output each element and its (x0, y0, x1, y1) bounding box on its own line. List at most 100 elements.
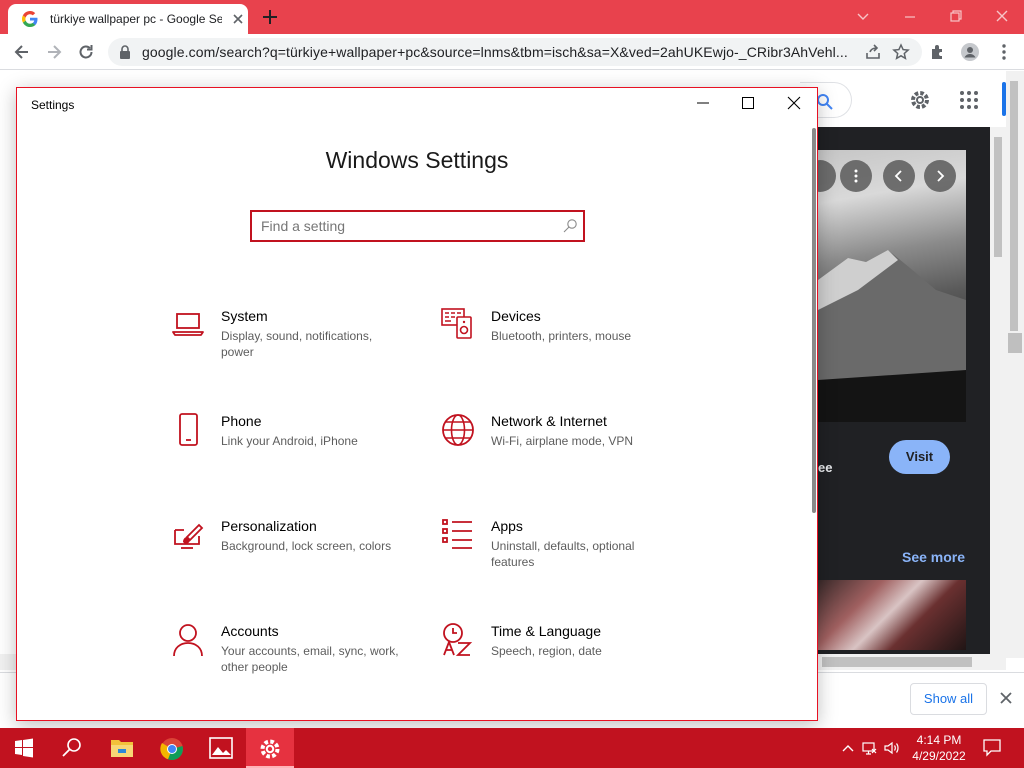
phone-icon (179, 413, 198, 446)
preview-title-fragment: ee (818, 460, 833, 475)
google-icon (22, 11, 38, 27)
close-icon[interactable] (787, 96, 801, 110)
horizontal-scrollbar[interactable] (818, 654, 1006, 670)
tile-description: Bluetooth, printers, mouse (491, 329, 632, 343)
preview-prev-button[interactable] (883, 160, 915, 192)
tab-search-chevron-icon[interactable] (855, 8, 871, 24)
maximize-icon[interactable] (741, 96, 755, 110)
tile-description: Background, lock screen, colors (221, 539, 392, 553)
gear-icon[interactable] (908, 88, 932, 112)
forward-arrow-icon[interactable] (44, 42, 64, 62)
more-vertical-icon (854, 169, 858, 183)
taskbar-clock[interactable]: 4:14 PM 4/29/2022 (900, 732, 978, 764)
google-apps-grid-icon[interactable] (958, 89, 980, 111)
preview-more-button[interactable] (840, 160, 872, 192)
chevron-left-icon (894, 170, 902, 182)
page-title: Windows Settings (325, 147, 509, 173)
volume-icon[interactable] (884, 740, 900, 756)
settings-tile-apps[interactable]: Apps Uninstall, defaults, optional featu… (441, 518, 681, 598)
chrome-icon (160, 738, 183, 761)
settings-tile-phone[interactable]: Phone Link your Android, iPhone (171, 413, 411, 493)
back-arrow-icon[interactable] (12, 42, 32, 62)
tile-name: Network & Internet (491, 413, 607, 429)
page-scrollbar[interactable] (1006, 71, 1024, 658)
minimize-icon[interactable] (902, 8, 918, 24)
tile-description: Link your Android, iPhone (221, 434, 358, 448)
restore-icon[interactable] (948, 8, 964, 24)
time-language-icon (443, 623, 473, 656)
gear-icon (260, 739, 280, 759)
tile-description: Your accounts, email, sync, work, other … (221, 644, 399, 674)
person-icon (173, 624, 203, 657)
chevron-right-icon (937, 170, 945, 182)
window-title: Settings (31, 98, 75, 112)
browser-tab[interactable]: türkiye wallpaper pc - Google Se (8, 4, 248, 34)
visit-button[interactable]: Visit (889, 440, 950, 474)
settings-window: Settings Windows Settings System Display… (16, 87, 818, 721)
settings-tile-devices[interactable]: Devices Bluetooth, printers, mouse (441, 308, 681, 388)
folder-icon (111, 740, 133, 757)
globe-icon (442, 414, 474, 446)
close-download-bar-icon[interactable] (998, 690, 1014, 706)
settings-tile-time-language[interactable]: Time & Language Speech, region, date (441, 623, 681, 703)
related-image-thumbnail[interactable] (818, 580, 966, 650)
browser-menu-icon[interactable] (994, 42, 1014, 62)
tile-name: Accounts (221, 623, 279, 639)
settings-search-box[interactable] (250, 210, 585, 242)
show-hidden-icons-chevron-icon[interactable] (840, 740, 856, 756)
search-icon (62, 738, 81, 757)
clock-date: 4/29/2022 (912, 749, 966, 763)
preview-next-button[interactable] (924, 160, 956, 192)
search-icon (563, 219, 577, 233)
taskbar-settings[interactable] (246, 728, 294, 768)
search-icon (817, 94, 833, 110)
close-browser-icon[interactable] (994, 8, 1010, 24)
start-button[interactable] (0, 728, 48, 768)
settings-tile-personalization[interactable]: Personalization Background, lock screen,… (171, 518, 411, 598)
profile-avatar-icon[interactable] (960, 42, 980, 62)
taskbar-search-button[interactable] (48, 728, 96, 768)
tile-name: System (221, 308, 268, 324)
settings-tile-system[interactable]: System Display, sound, notifications, po… (171, 308, 411, 388)
minimize-icon[interactable] (696, 96, 710, 110)
share-icon[interactable] (864, 43, 882, 61)
address-bar[interactable]: google.com/search?q=türkiye+wallpaper+pc… (108, 38, 922, 66)
tile-description: Wi-Fi, airplane mode, VPN (491, 434, 634, 448)
tab-title: türkiye wallpaper pc - Google Se (50, 12, 222, 26)
reload-icon[interactable] (76, 42, 96, 62)
apps-list-icon (442, 519, 472, 549)
settings-scrollbar[interactable] (812, 128, 816, 513)
tile-description: Uninstall, defaults, optional features (491, 539, 635, 569)
tile-description: Speech, region, date (491, 644, 602, 658)
settings-tile-accounts[interactable]: Accounts Your accounts, email, sync, wor… (171, 623, 411, 703)
taskbar-chrome[interactable] (148, 728, 196, 768)
bookmark-star-icon[interactable] (892, 43, 910, 61)
devices-icon (441, 308, 472, 339)
settings-tile-network[interactable]: Network & Internet Wi-Fi, airplane mode,… (441, 413, 681, 493)
taskbar-file-explorer[interactable] (98, 728, 146, 768)
close-tab-icon[interactable] (230, 11, 246, 27)
browser-toolbar: google.com/search?q=türkiye+wallpaper+pc… (0, 34, 1024, 70)
windows-logo-icon (15, 738, 33, 758)
browser-tab-bar: türkiye wallpaper pc - Google Se (0, 0, 1024, 34)
network-icon[interactable] (862, 740, 878, 756)
laptop-icon (172, 313, 204, 336)
clock-time: 4:14 PM (916, 733, 962, 747)
extensions-puzzle-icon[interactable] (928, 42, 948, 62)
tile-name: Personalization (221, 518, 317, 534)
tile-description: Display, sound, notifications, power (221, 329, 373, 359)
notification-center-icon[interactable] (982, 737, 1002, 757)
photos-icon (209, 737, 233, 759)
show-all-button[interactable]: Show all (910, 683, 987, 715)
url-text: google.com/search?q=türkiye+wallpaper+pc… (142, 44, 848, 60)
tile-name: Time & Language (491, 623, 601, 639)
tile-name: Phone (221, 413, 262, 429)
settings-search-input[interactable] (261, 217, 551, 235)
see-more-link[interactable]: See more (902, 549, 965, 565)
taskbar-photos[interactable] (197, 728, 245, 768)
tile-name: Devices (491, 308, 541, 324)
paint-icon (174, 523, 204, 549)
lock-icon[interactable] (118, 44, 132, 60)
new-tab-icon[interactable] (260, 7, 280, 27)
preview-scrollbar[interactable] (990, 127, 1006, 654)
